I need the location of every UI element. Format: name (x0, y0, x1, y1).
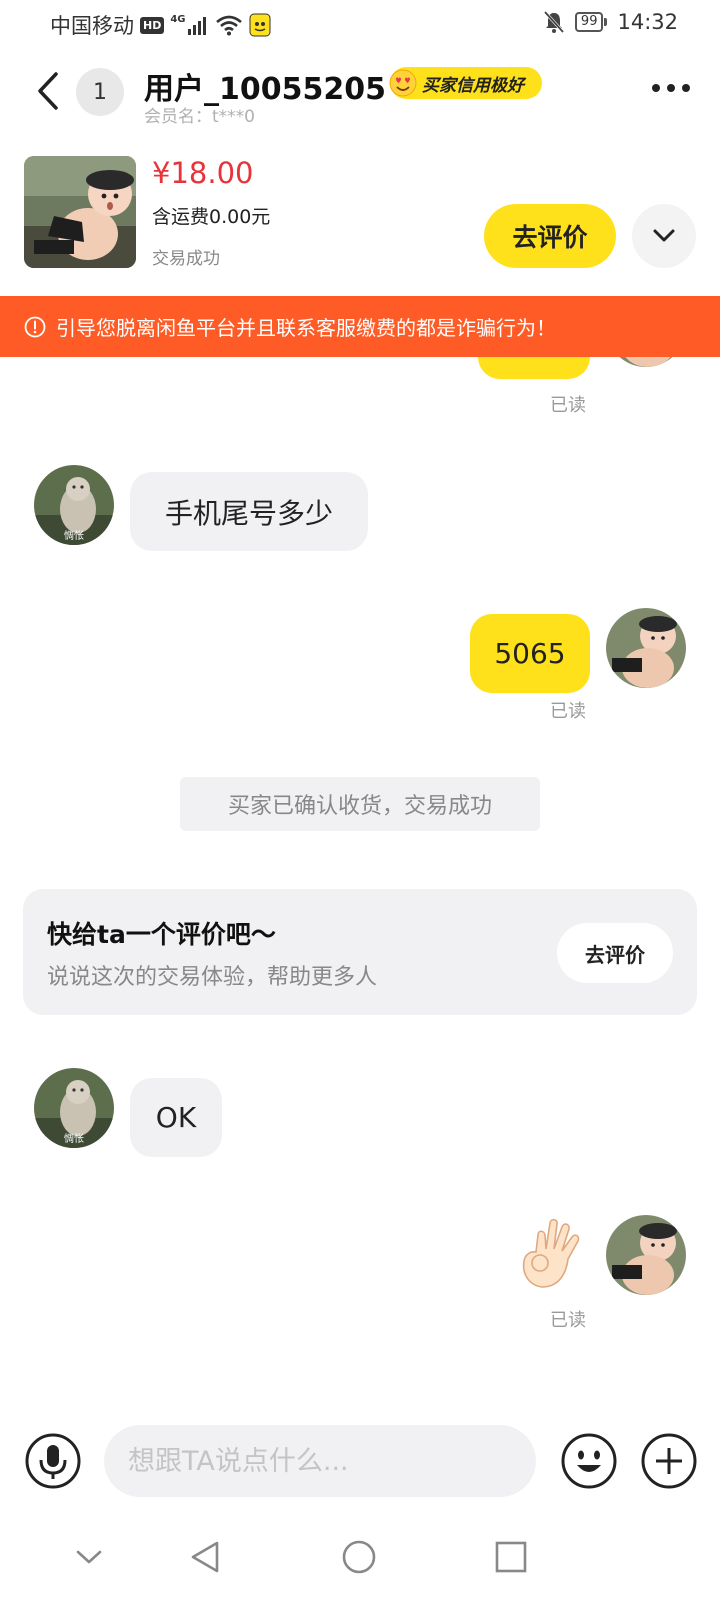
status-left: 中国移动 HD 4G (50, 10, 271, 40)
plus-icon (641, 1433, 697, 1489)
contact-avatar[interactable]: 惆怅 (34, 1068, 114, 1148)
signal-icon (187, 17, 206, 35)
chevron-down-icon (653, 229, 675, 242)
circle-home-icon (342, 1540, 376, 1574)
more-dot (652, 84, 660, 92)
member-name: 会员名：t***0 (144, 107, 255, 127)
nav-recents-button[interactable] (486, 1532, 536, 1582)
review-card-button[interactable]: 去评价 (557, 923, 673, 983)
hd-badge: HD (140, 16, 165, 34)
message-bubble[interactable]: 5065 (470, 614, 590, 693)
ok-hand-icon (522, 1218, 580, 1288)
carrier-label: 中国移动 (50, 14, 134, 38)
review-card-subtitle: 说说这次的交易体验，帮助更多人 (47, 965, 378, 990)
ok-hand-sticker[interactable] (512, 1215, 592, 1295)
more-button[interactable] (652, 84, 690, 92)
nav-home-button[interactable] (334, 1532, 384, 1582)
battery-icon: 99 (574, 12, 608, 32)
alert-circle-icon (24, 316, 46, 337)
bell-muted-icon (543, 10, 565, 34)
read-status: 已读 (550, 1310, 586, 1331)
more-dot (667, 84, 675, 92)
product-thumbnail[interactable] (24, 156, 136, 268)
add-button[interactable] (640, 1432, 698, 1490)
clock: 14:32 (617, 10, 678, 34)
review-card-title: 快给ta一个评价吧～ (47, 920, 276, 949)
chat-header: 1 用户_10055205 买家信用极好 会员名：t***0 (0, 48, 720, 148)
message-bubble[interactable]: 手机尾号多少 (130, 472, 368, 551)
review-prompt-card[interactable]: 快给ta一个评价吧～ 说说这次的交易体验，帮助更多人 去评价 (23, 889, 697, 1015)
heart-eyes-emoji-icon (389, 69, 417, 97)
my-avatar[interactable] (606, 1215, 686, 1295)
svg-text:惆怅: 惆怅 (64, 1132, 84, 1145)
microphone-icon (25, 1433, 81, 1489)
message-bubble[interactable]: OK (130, 1078, 222, 1157)
shipping-info: 含运费0.00元 (152, 206, 271, 228)
network-label: 4G (170, 13, 186, 25)
svg-text:惆怅: 惆怅 (64, 529, 84, 542)
voice-button[interactable] (24, 1432, 82, 1490)
input-bar (0, 1412, 720, 1512)
product-image (24, 156, 136, 268)
nav-hide-button[interactable] (64, 1532, 114, 1582)
product-price: ¥18.00 (152, 156, 254, 190)
status-bar: 中国移动 HD 4G 99 14:32 (0, 0, 720, 48)
review-button[interactable]: 去评价 (484, 204, 616, 268)
emoji-button[interactable] (560, 1432, 618, 1490)
system-nav-bar (0, 1512, 720, 1600)
unread-count-badge[interactable]: 1 (76, 68, 124, 116)
expand-button[interactable] (632, 204, 696, 268)
square-recents-icon (495, 1541, 527, 1573)
read-status: 已读 (550, 395, 586, 416)
warning-text: 引导您脱离闲鱼平台并且联系客服缴费的都是诈骗行为！ (56, 316, 556, 340)
trade-status: 交易成功 (152, 249, 220, 269)
my-avatar[interactable] (606, 608, 686, 688)
read-status: 已读 (550, 701, 586, 722)
app-notification-icon (249, 13, 271, 37)
smiley-icon (561, 1433, 617, 1489)
contact-avatar[interactable]: 惆怅 (34, 465, 114, 545)
my-avatar[interactable] (606, 357, 686, 367)
chevron-left-icon (38, 72, 58, 110)
message-bubble-clipped[interactable] (478, 357, 590, 379)
credit-badge-label: 买家信用极好 (422, 75, 524, 96)
nav-back-button[interactable] (180, 1532, 230, 1582)
signal-icons: 4G (170, 13, 271, 37)
battery-level: 99 (574, 12, 604, 32)
product-card[interactable]: ¥18.00 含运费0.00元 交易成功 去评价 (0, 150, 720, 292)
system-notice: 买家已确认收货，交易成功 (180, 777, 540, 831)
back-button[interactable] (28, 68, 68, 114)
wifi-icon (215, 15, 242, 36)
message-input[interactable] (104, 1425, 536, 1497)
triangle-back-icon (191, 1541, 219, 1573)
status-right: 99 14:32 (543, 10, 678, 34)
more-dot (682, 84, 690, 92)
chevron-down-icon (76, 1550, 102, 1564)
credit-badge[interactable]: 买家信用极好 (389, 67, 542, 99)
fraud-warning-banner: 引导您脱离闲鱼平台并且联系客服缴费的都是诈骗行为！ (0, 296, 720, 357)
chat-messages[interactable]: 已读 惆怅 手机尾号多少 5065 已读 买家已确认收货，交易成功 快给ta一个 (0, 357, 720, 1412)
